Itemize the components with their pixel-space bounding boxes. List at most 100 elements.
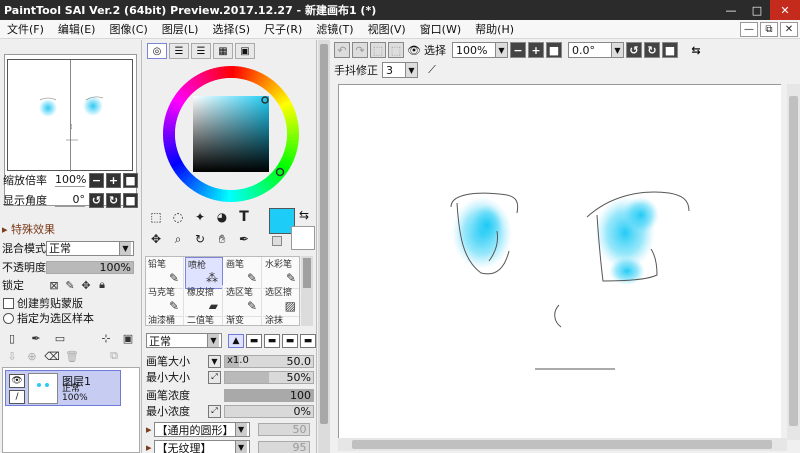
- canvas-rotate-reset-button[interactable]: ■: [662, 42, 678, 58]
- shape-icon[interactable]: ◕: [212, 208, 232, 226]
- zoom-in-button[interactable]: +: [106, 172, 121, 188]
- texture-dropdown[interactable]: 【无纹理】 ▼: [153, 440, 250, 453]
- min-size-slider[interactable]: 50%: [224, 370, 314, 384]
- menu-window[interactable]: 窗口(W): [413, 21, 468, 37]
- lock-paint-icon[interactable]: ✎: [62, 277, 78, 293]
- brush-scrollbar[interactable]: [301, 256, 313, 326]
- zoom-reset-button[interactable]: ■: [123, 172, 138, 188]
- zoom-value[interactable]: 100%: [55, 173, 86, 187]
- magic-wand-icon[interactable]: ✦: [190, 208, 210, 226]
- canvas-rotate-right-button[interactable]: ↻: [644, 42, 660, 58]
- mdi-minimize-button[interactable]: —: [740, 22, 758, 37]
- line-stabilizer-icon[interactable]: ⟋: [424, 62, 440, 78]
- menu-file[interactable]: 文件(F): [0, 21, 51, 37]
- mdi-close-button[interactable]: ✕: [780, 22, 798, 37]
- secondary-color-swatch[interactable]: [291, 226, 315, 250]
- scratchpad-tab-icon[interactable]: ▣: [235, 43, 255, 59]
- brush-size-slider[interactable]: x1.0 50.0: [224, 354, 314, 368]
- menu-layer[interactable]: 图层(L): [155, 21, 206, 37]
- move-icon[interactable]: ✥: [146, 230, 166, 248]
- layer-row[interactable]: 👁︎ / 图层1 正常 100%: [5, 370, 121, 406]
- menu-edit[interactable]: 编辑(E): [51, 21, 103, 37]
- canvas-zoom-out-button[interactable]: −: [510, 42, 526, 58]
- clear-layer-icon[interactable]: ⌫: [44, 348, 60, 364]
- swap-colors-icon[interactable]: ⇆: [299, 208, 309, 222]
- move-layer-icon[interactable]: ⊹: [98, 330, 114, 346]
- new-layer-icon[interactable]: ▯: [4, 330, 20, 346]
- stabilizer-dropdown[interactable]: 3 ▼: [382, 62, 418, 78]
- lasso-icon[interactable]: ◌: [168, 208, 188, 226]
- pressure-density-icon[interactable]: ⤢: [208, 404, 221, 418]
- menu-image[interactable]: 图像(C): [102, 21, 154, 37]
- pressure-size-icon[interactable]: ⤢: [208, 370, 221, 384]
- blend-dropdown[interactable]: 正常 ▼: [46, 240, 134, 256]
- drawing-canvas[interactable]: [338, 84, 781, 438]
- new-folder-icon[interactable]: ▭: [52, 330, 68, 346]
- opacity-slider[interactable]: 100%: [46, 260, 134, 274]
- menu-select[interactable]: 选择(S): [205, 21, 257, 37]
- color-wheel-tab-icon[interactable]: ◎: [147, 43, 167, 59]
- rect-select-icon[interactable]: ⬚: [146, 208, 166, 226]
- brush-gradient[interactable]: 渐变: [224, 313, 262, 325]
- menu-filter[interactable]: 滤镜(T): [309, 21, 360, 37]
- lock-all-icon[interactable]: 🔒︎: [94, 277, 110, 293]
- rotate-left-button[interactable]: ↺: [89, 192, 104, 208]
- canvas-horizontal-scrollbar[interactable]: [338, 438, 787, 451]
- layer-transfer-icon[interactable]: ⧉: [106, 348, 122, 364]
- menu-help[interactable]: 帮助(H): [468, 21, 521, 37]
- brush-shape-dropdown[interactable]: 【通用的圆形】 ▼: [153, 422, 250, 437]
- rotate-icon[interactable]: ↻: [190, 230, 210, 248]
- size-mult-dropdown-icon[interactable]: ▼: [208, 354, 221, 368]
- transparent-color-icon[interactable]: [272, 236, 282, 246]
- min-density-slider[interactable]: 0%: [224, 404, 314, 418]
- menu-ruler[interactable]: 尺子(R): [257, 21, 309, 37]
- density-slider[interactable]: 100: [224, 388, 314, 402]
- edge-hardest-icon[interactable]: ▬: [300, 333, 316, 348]
- eye-icon[interactable]: 👁︎: [9, 374, 25, 388]
- zoom-out-button[interactable]: −: [89, 172, 104, 188]
- new-vector-layer-icon[interactable]: ✒: [28, 330, 44, 346]
- merge-down-icon[interactable]: ⊕: [24, 348, 40, 364]
- edge-hard-icon[interactable]: ▬: [264, 333, 280, 348]
- show-selection-icon[interactable]: 👁︎: [406, 42, 422, 58]
- paint-target-icon[interactable]: /: [9, 390, 25, 404]
- redo-icon[interactable]: ↷: [352, 42, 368, 58]
- lock-transparency-icon[interactable]: ⊠: [46, 277, 62, 293]
- selsrc-row[interactable]: 指定为选区样本: [3, 310, 94, 326]
- edge-medium-icon[interactable]: ▬: [246, 333, 262, 348]
- layer-mask-icon[interactable]: ▣: [120, 330, 136, 346]
- canvas-rotate-left-button[interactable]: ↺: [626, 42, 642, 58]
- invert-select-icon[interactable]: ⬚: [388, 42, 404, 58]
- effects-section[interactable]: ▸ 特殊效果: [2, 221, 55, 237]
- rgb-slider-tab-icon[interactable]: ☰: [169, 43, 189, 59]
- selsrc-radio[interactable]: [3, 312, 14, 324]
- menu-view[interactable]: 视图(V): [361, 21, 413, 37]
- panel-scrollbar[interactable]: [318, 40, 330, 453]
- edge-soft-icon[interactable]: ▲: [228, 333, 244, 348]
- hsv-slider-tab-icon[interactable]: ☰: [191, 43, 211, 59]
- clip-row[interactable]: 创建剪贴蒙版: [3, 295, 83, 311]
- close-button[interactable]: ✕: [770, 0, 800, 20]
- flip-horizontal-icon[interactable]: ⇆: [688, 42, 704, 58]
- delete-layer-icon[interactable]: 🗑︎: [64, 348, 80, 364]
- brush-smudge[interactable]: 涂抹: [263, 313, 299, 325]
- brush-shape-strength[interactable]: 50: [257, 423, 310, 436]
- deselect-icon[interactable]: ⬚: [370, 42, 386, 58]
- angle-dropdown[interactable]: 0.0° ▼: [568, 42, 624, 58]
- edge-harder-icon[interactable]: ▬: [282, 333, 298, 348]
- transfer-down-icon[interactable]: ⇩: [4, 348, 20, 364]
- brush-binary-pen[interactable]: 二值笔: [185, 313, 223, 325]
- angle-value[interactable]: 0°: [55, 193, 85, 207]
- mdi-restore-button[interactable]: ⧉: [760, 22, 778, 37]
- hand-icon[interactable]: ✋︎: [212, 230, 232, 248]
- eyedropper-icon[interactable]: ✒: [234, 230, 254, 248]
- minimize-button[interactable]: —: [718, 0, 744, 20]
- swatches-tab-icon[interactable]: ▦: [213, 43, 233, 59]
- canvas-zoom-in-button[interactable]: +: [528, 42, 544, 58]
- brush-mode-dropdown[interactable]: 正常 ▼: [146, 333, 222, 348]
- canvas-zoom-reset-button[interactable]: ■: [546, 42, 562, 58]
- lock-move-icon[interactable]: ✥: [78, 277, 94, 293]
- zoom-dropdown[interactable]: 100% ▼: [452, 42, 508, 58]
- clip-checkbox[interactable]: [3, 297, 14, 309]
- canvas-vertical-scrollbar[interactable]: [787, 84, 800, 440]
